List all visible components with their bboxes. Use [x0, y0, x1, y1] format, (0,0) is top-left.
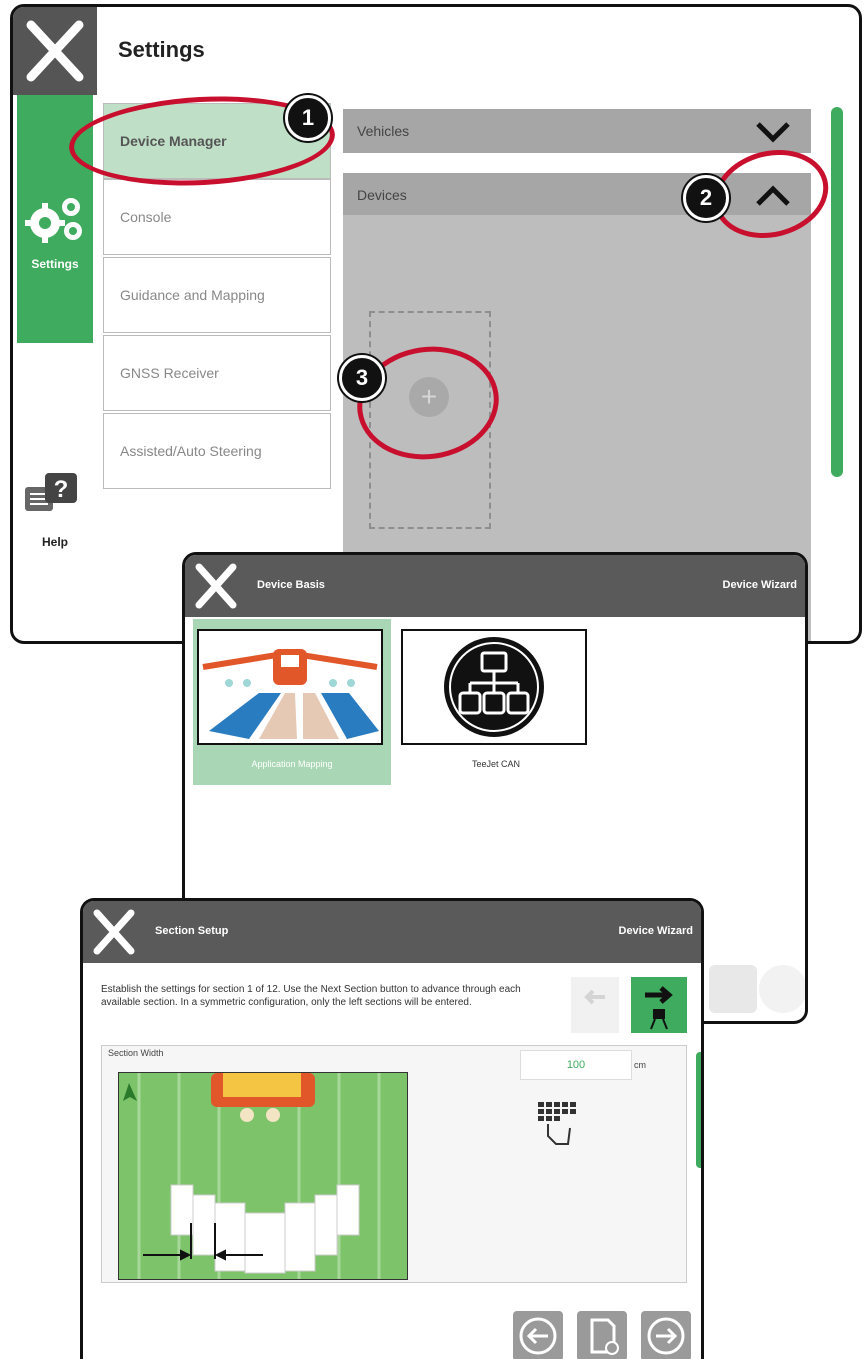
- title-bar: Device Basis Device Wizard: [185, 555, 805, 617]
- forward-icon: [647, 1317, 685, 1355]
- callout-badge-3: 3: [339, 355, 385, 401]
- section-setup-screen: Section Setup Device Wizard Establish th…: [80, 898, 704, 1359]
- bottom-toolbar: [83, 1295, 701, 1359]
- close-icon: [26, 20, 84, 82]
- page-title: Settings: [118, 37, 205, 62]
- sidebar-item-label: Settings: [31, 257, 79, 271]
- faded-forward-icon: [759, 965, 805, 1013]
- menu-item-console[interactable]: Console: [103, 179, 331, 255]
- keypad-icon[interactable]: [534, 1098, 582, 1150]
- close-button[interactable]: [83, 901, 145, 963]
- close-icon: [195, 563, 237, 609]
- svg-text:?: ?: [54, 476, 69, 503]
- unit-label: cm: [634, 1060, 646, 1070]
- save-button[interactable]: [577, 1311, 627, 1359]
- can-network-icon: [401, 629, 587, 745]
- menu-item-assisted-auto-steering[interactable]: Assisted/Auto Steering: [103, 413, 331, 489]
- scrollbar[interactable]: [696, 1052, 701, 1168]
- wizard-title: Device Wizard: [618, 925, 694, 937]
- back-icon: [519, 1317, 557, 1355]
- sprayer-icon: [197, 629, 383, 745]
- section-width-panel: Section Width 100 cm: [101, 1045, 701, 1283]
- help-label: Help: [41, 535, 68, 549]
- close-icon: [93, 909, 135, 955]
- section-header-vehicles[interactable]: Vehicles: [343, 109, 811, 153]
- faded-button: [709, 965, 757, 1013]
- section-width-label: Section Width: [108, 1048, 164, 1058]
- callout-badge-1: 1: [285, 95, 331, 141]
- scrollbar[interactable]: [831, 107, 843, 477]
- forward-button[interactable]: [641, 1311, 691, 1359]
- section-label: Devices: [357, 187, 407, 203]
- back-button[interactable]: [513, 1311, 563, 1359]
- menu-item-gnss-receiver[interactable]: GNSS Receiver: [103, 335, 331, 411]
- previous-section-button[interactable]: [571, 977, 619, 1033]
- next-section-button[interactable]: [631, 977, 687, 1033]
- next-section-icon: [645, 986, 673, 1030]
- screen-title: Device Basis: [257, 579, 325, 591]
- device-tile-label: TeeJet CAN: [471, 759, 521, 769]
- device-tile-application-mapping[interactable]: Application Mapping: [193, 619, 391, 785]
- device-tile-label: Application Mapping: [251, 759, 333, 769]
- close-button[interactable]: [13, 7, 97, 95]
- device-tile-teejet-can[interactable]: TeeJet CAN: [397, 629, 591, 787]
- section-diagram: [118, 1072, 408, 1280]
- wizard-title: Device Wizard: [722, 579, 798, 591]
- settings-screen: Settings Settings ? Help Device Manager …: [10, 4, 862, 644]
- title-bar: Section Setup Device Wizard: [83, 901, 701, 963]
- help-icon[interactable]: ?: [23, 469, 83, 525]
- chevron-down-icon[interactable]: [755, 121, 791, 143]
- previous-section-icon: [584, 989, 605, 1005]
- section-width-input[interactable]: 100: [520, 1050, 632, 1080]
- screen-title: Section Setup: [155, 925, 229, 937]
- menu-item-guidance-mapping[interactable]: Guidance and Mapping: [103, 257, 331, 333]
- callout-badge-2: 2: [683, 175, 729, 221]
- close-button[interactable]: [185, 555, 247, 617]
- section-label: Vehicles: [357, 123, 410, 139]
- gears-icon: [25, 198, 82, 243]
- instructions-text: Establish the settings for section 1 of …: [101, 984, 521, 1008]
- save-icon: [590, 1318, 619, 1355]
